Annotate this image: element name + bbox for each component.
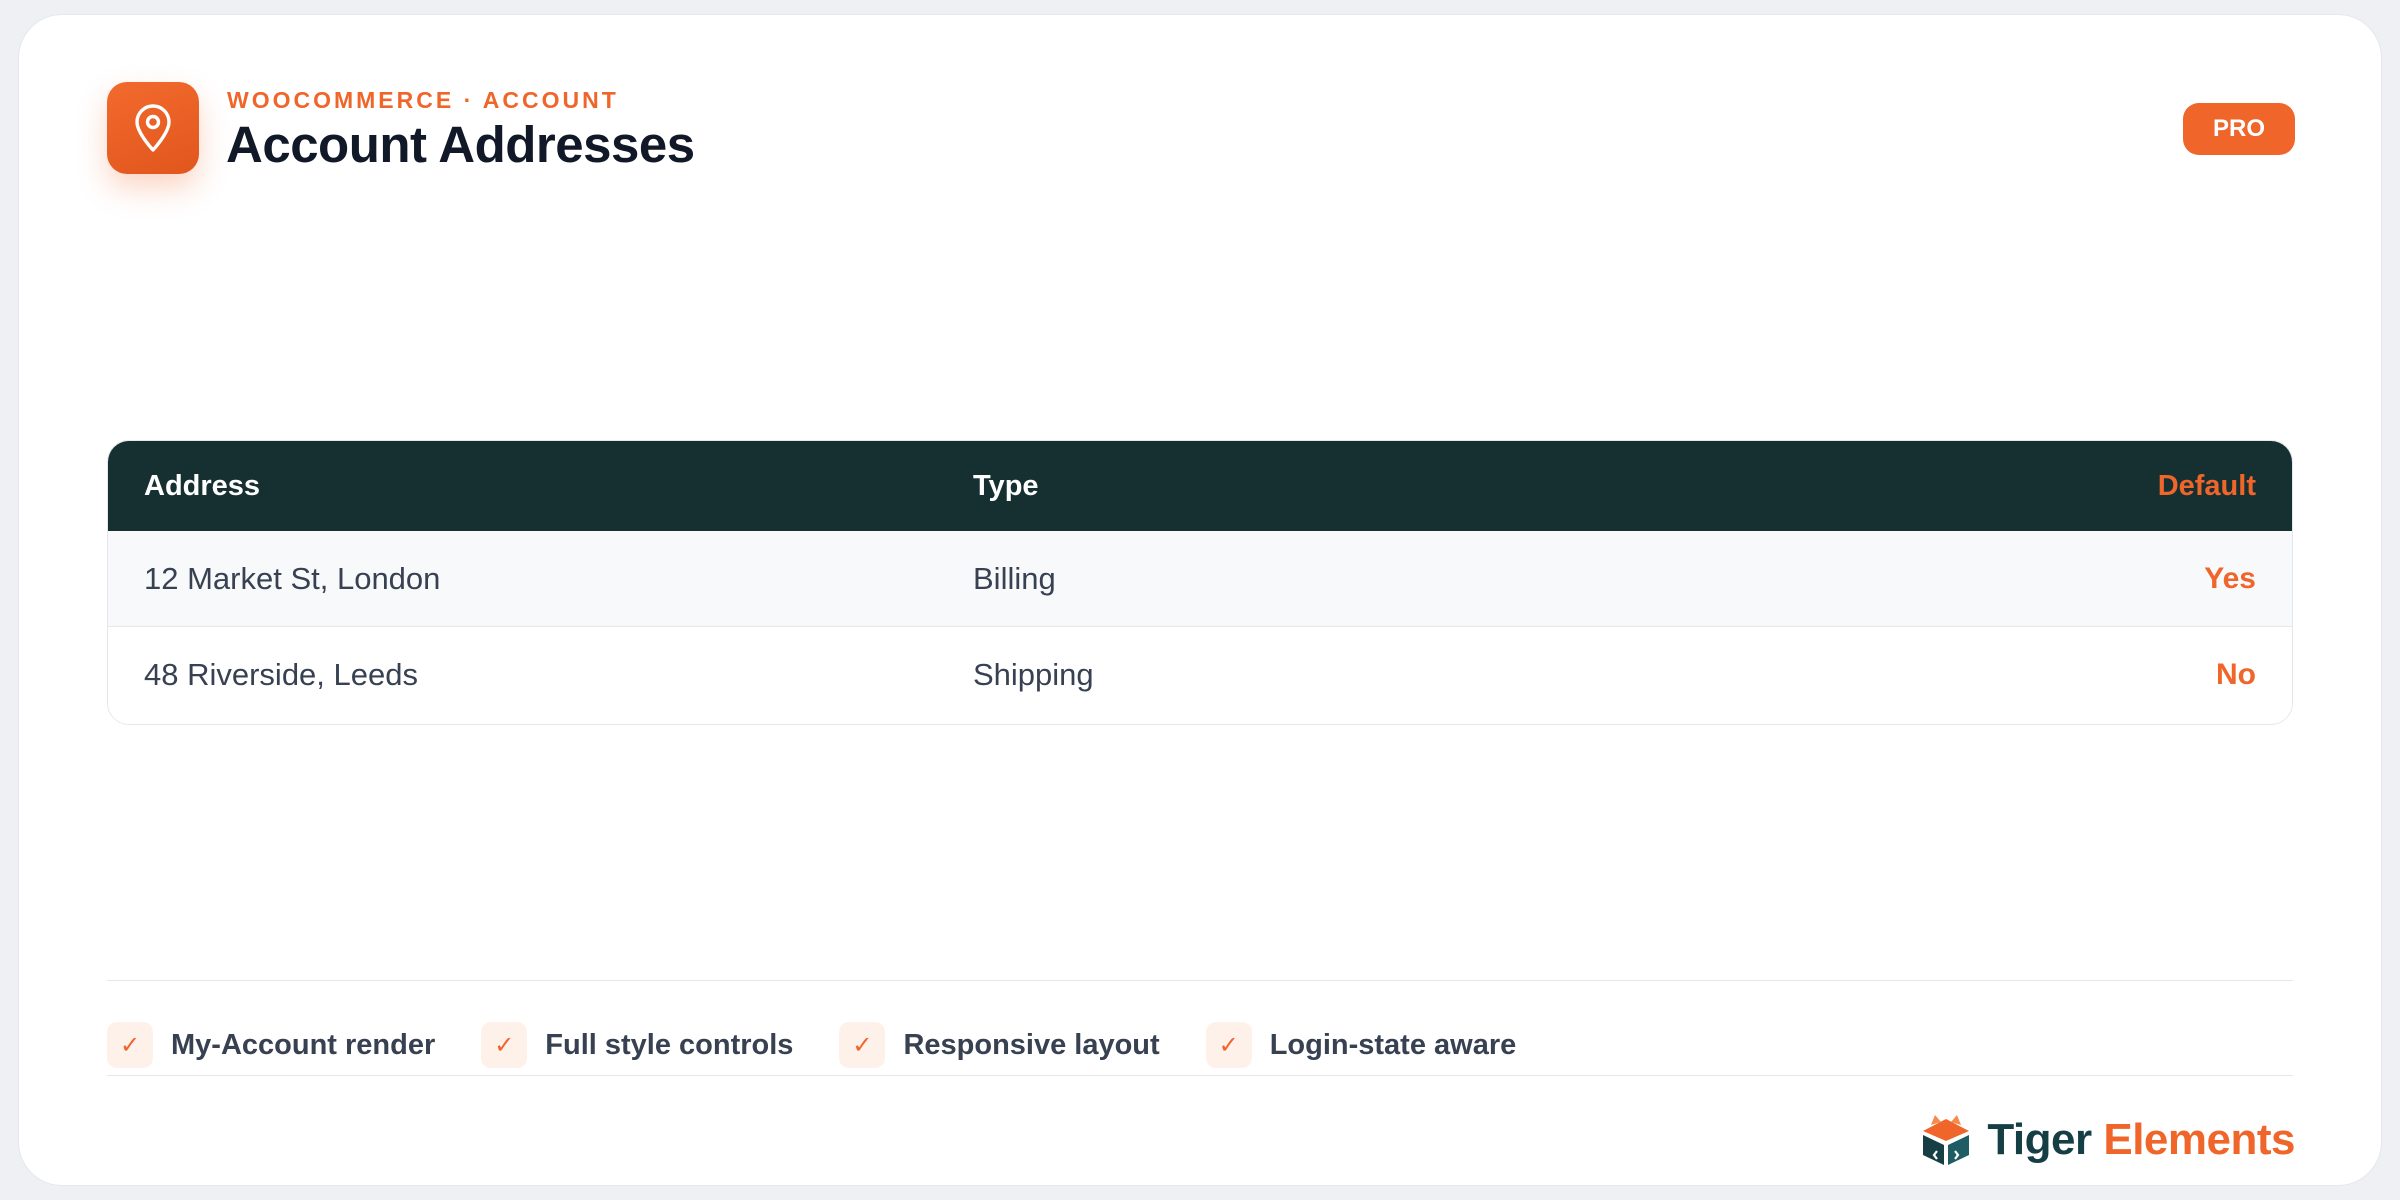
divider: [107, 980, 2293, 981]
divider: [107, 1075, 2293, 1076]
table-header: Address Type Default: [108, 441, 2292, 531]
feature-label: Full style controls: [545, 1028, 794, 1061]
page-title: Account Addresses: [226, 116, 695, 173]
check-icon: ✓: [481, 1022, 528, 1068]
column-header-default: Default: [2157, 470, 2256, 502]
column-header-type: Type: [973, 470, 1039, 502]
pro-badge: PRO: [2183, 103, 2295, 155]
check-icon: ✓: [1205, 1022, 1252, 1068]
feature-label: My-Account render: [171, 1028, 436, 1061]
feature-item: ✓ My-Account render: [107, 1022, 435, 1068]
default-cell: No: [2216, 658, 2256, 691]
tiger-elements-logo-icon: [1923, 1115, 1970, 1165]
check-icon: ✓: [107, 1022, 153, 1068]
feature-label: Login-state aware: [1269, 1028, 1517, 1061]
address-cell: 48 Riverside, Leeds: [144, 657, 418, 692]
table-row: 48 Riverside, Leeds Shipping No: [108, 627, 2292, 723]
location-pin-icon: [107, 82, 199, 174]
widget-card: WOOCOMMERCE · ACCOUNT Account Addresses …: [18, 14, 2382, 1186]
check-icon: ✓: [839, 1022, 886, 1068]
section-eyebrow: WOOCOMMERCE · ACCOUNT: [227, 87, 619, 113]
type-cell: Billing: [973, 561, 1056, 596]
table-row: 12 Market St, London Billing Yes: [108, 531, 2292, 627]
feature-item: ✓ Full style controls: [481, 1022, 793, 1068]
feature-item: ✓ Login-state aware: [1205, 1022, 1517, 1068]
type-cell: Shipping: [973, 657, 1094, 692]
brand-name: Tiger Elements: [1987, 1115, 2295, 1165]
brand-name-part1: Tiger: [1987, 1115, 2092, 1164]
feature-list: ✓ My-Account render ✓ Full style control…: [107, 1021, 1562, 1069]
column-header-address: Address: [144, 470, 261, 502]
address-cell: 12 Market St, London: [144, 561, 441, 596]
brand-name-part2: Elements: [2103, 1115, 2295, 1164]
default-cell: Yes: [2204, 562, 2256, 595]
feature-label: Responsive layout: [903, 1028, 1160, 1061]
addresses-table: Address Type Default 12 Market St, Londo…: [107, 440, 2293, 725]
feature-item: ✓ Responsive layout: [839, 1022, 1160, 1068]
brand-lockup: Tiger Elements: [1917, 1111, 2295, 1169]
